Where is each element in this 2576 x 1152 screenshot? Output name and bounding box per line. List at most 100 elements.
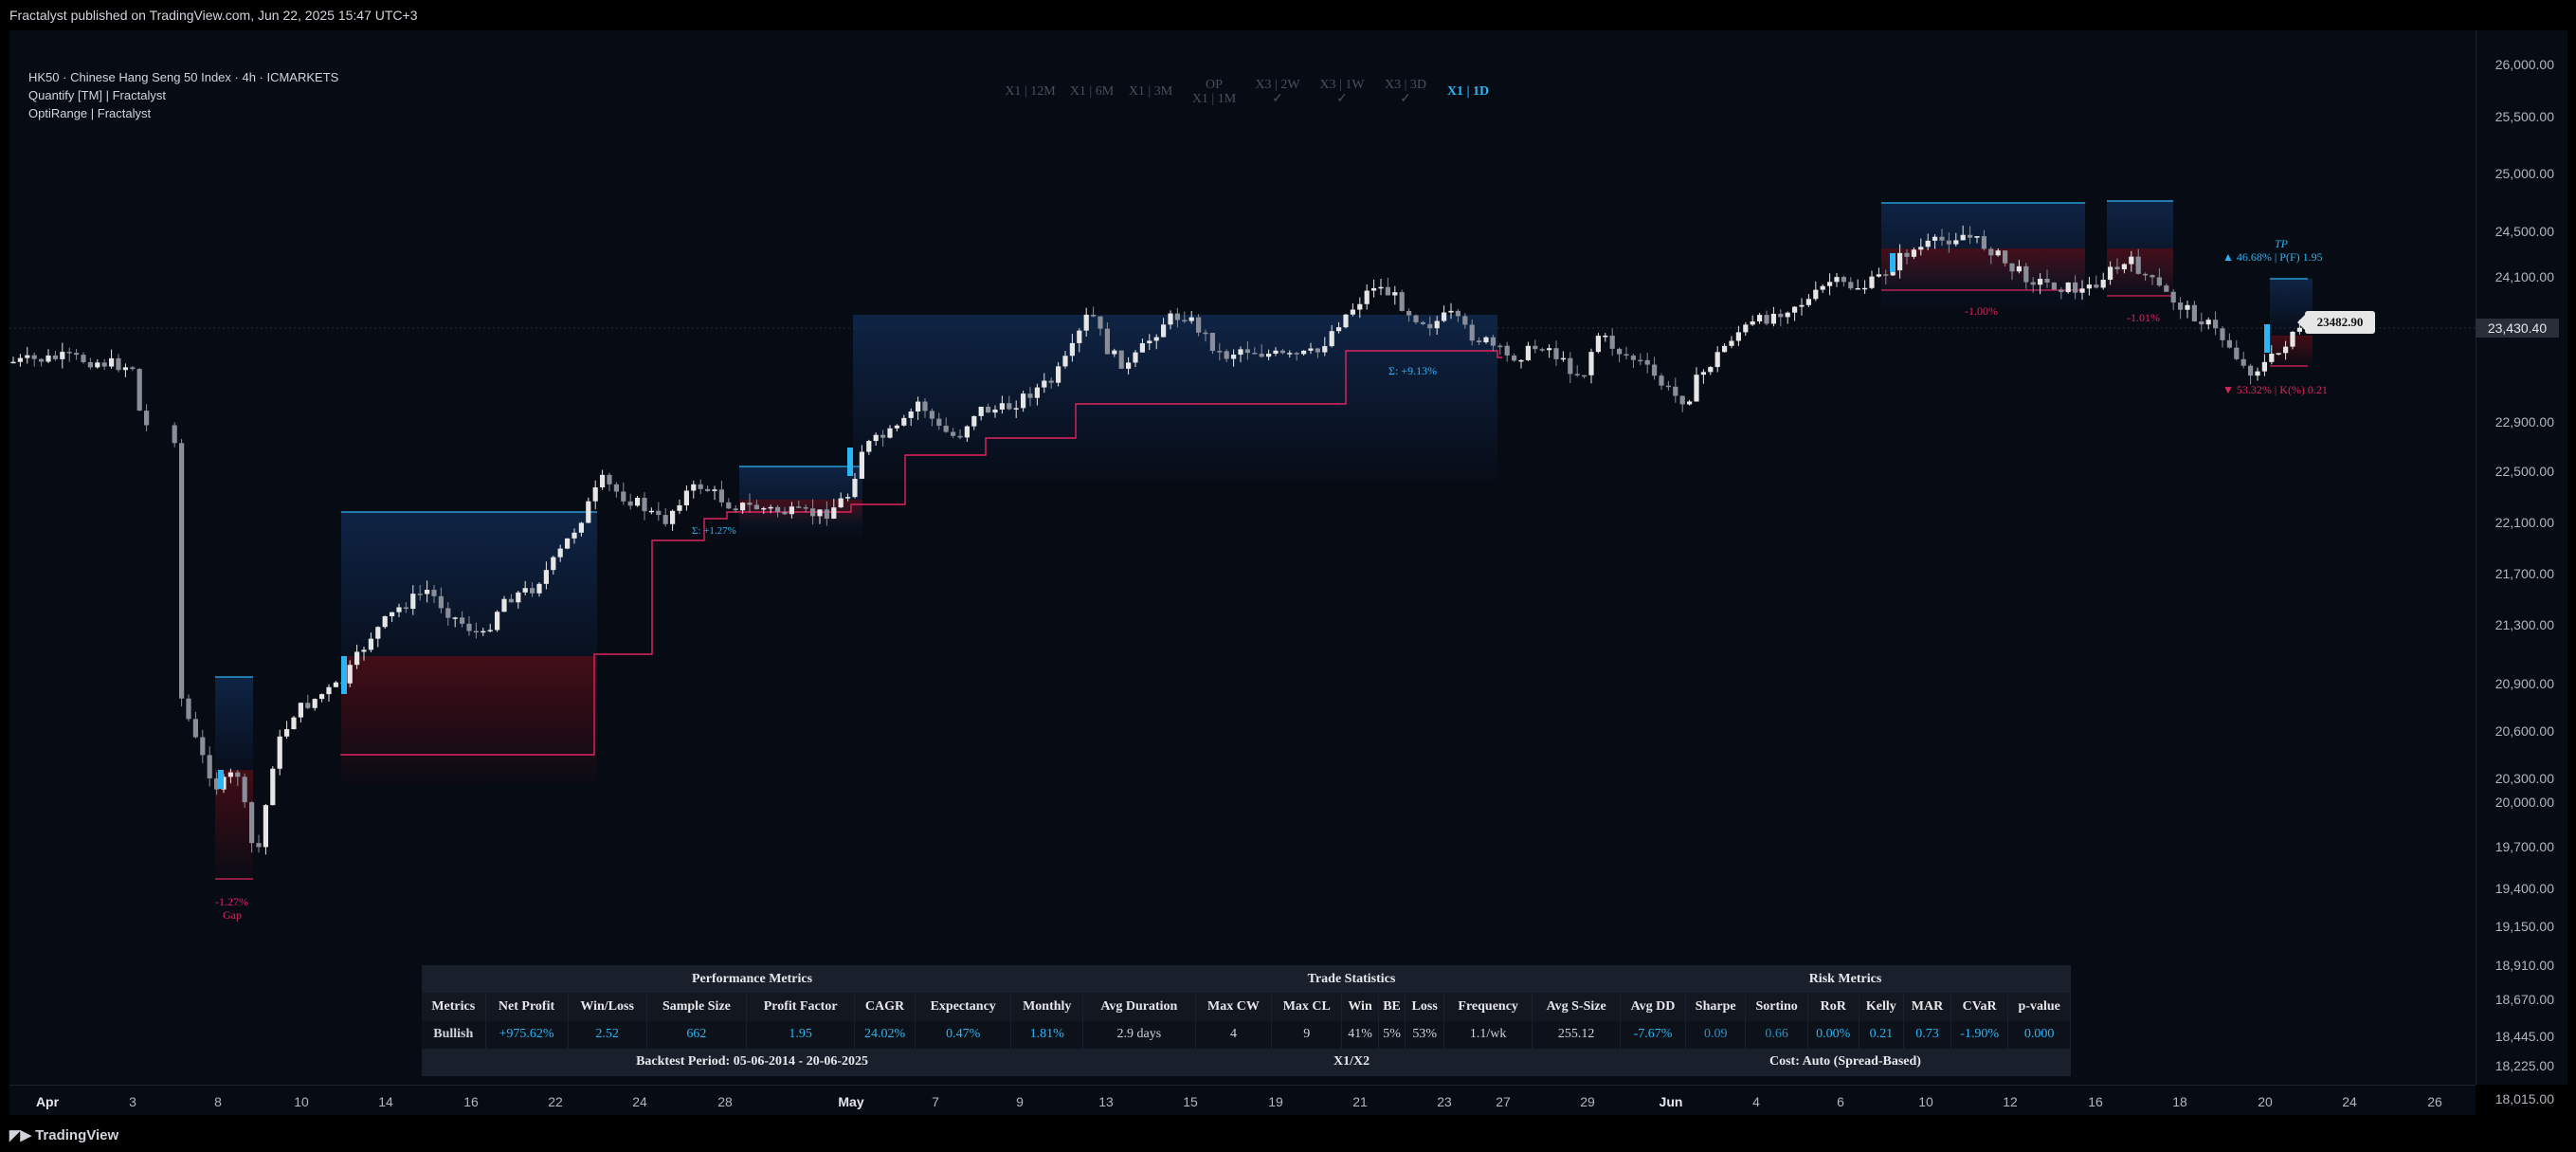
- candle-body: [270, 768, 276, 806]
- candle-body: [1799, 304, 1805, 307]
- candle-body: [607, 474, 612, 485]
- table-cell: 0.09: [1685, 1020, 1747, 1049]
- candle-body: [873, 434, 879, 442]
- candle-body: [951, 431, 956, 436]
- entry-signal-candle: [2264, 324, 2270, 353]
- tf-x3-3d: X3 | 3D ✓: [1384, 78, 1427, 106]
- candle-body: [31, 355, 37, 359]
- candle-body: [1133, 352, 1138, 363]
- candle-body: [2114, 266, 2120, 270]
- candle-body: [838, 498, 844, 508]
- entry-signal-candle: [847, 448, 853, 476]
- time-axis-label: 13: [1098, 1094, 1114, 1109]
- indicator-quantify[interactable]: Quantify [TM] | Fractalyst: [28, 86, 338, 104]
- candle-body: [2079, 288, 2085, 293]
- candle-body: [866, 441, 872, 452]
- symbol-title[interactable]: HK50 · Chinese Hang Seng 50 Index · 4h ·…: [28, 68, 338, 86]
- candle-body: [130, 367, 136, 370]
- time-axis-label: 7: [932, 1094, 939, 1109]
- candle-body: [516, 592, 521, 603]
- candle-body: [1069, 342, 1075, 357]
- candle-body: [2199, 321, 2204, 325]
- table-cell: 255.12: [1532, 1020, 1621, 1049]
- candle-body: [1953, 240, 1959, 245]
- price-axis-label: 20,300.00: [2494, 771, 2554, 786]
- candle-body: [1533, 345, 1538, 350]
- candle-body: [1595, 336, 1601, 353]
- table-cell: 41%: [1341, 1020, 1379, 1049]
- chart-pane[interactable]: HK50 · Chinese Hang Seng 50 Index · 4h ·…: [9, 30, 2476, 1085]
- candle-body: [396, 607, 402, 613]
- candle-body: [627, 501, 633, 506]
- candle-body: [943, 425, 949, 432]
- candle-body: [473, 631, 479, 633]
- candle-body: [1609, 336, 1615, 349]
- candle-body: [543, 570, 549, 584]
- candle-body: [592, 487, 598, 502]
- candle-body: [1308, 348, 1314, 351]
- candle-body: [431, 590, 437, 596]
- table-cell: 1.1/wk: [1443, 1020, 1533, 1049]
- candle-body: [1644, 359, 1650, 365]
- candle-body: [1911, 249, 1916, 257]
- tradingview-logo[interactable]: ◤▶ TradingView: [9, 1126, 118, 1143]
- candle-body: [1904, 252, 1910, 257]
- indicator-optirange[interactable]: OptiRange | Fractalyst: [28, 104, 338, 122]
- time-axis[interactable]: Apr 3 8 10 14 16 22 24 28 May 7 9 13 15 19 21 23 27 29 Jun 4…: [9, 1085, 2476, 1116]
- candle-body: [1062, 356, 1068, 367]
- candle-body: [1778, 313, 1784, 318]
- candle-body: [894, 425, 899, 429]
- sigma-small-label: Σ: +1.27%: [692, 525, 736, 537]
- candle-body: [1434, 320, 1440, 329]
- candle-body: [1182, 320, 1188, 322]
- candle-body: [1350, 309, 1355, 315]
- table-cell: 662: [646, 1020, 748, 1049]
- price-axis[interactable]: 26,000.00 25,500.00 25,000.00 24,500.00 24,1…: [2476, 30, 2567, 1106]
- time-axis-label: May: [838, 1094, 864, 1109]
- time-axis-label: 6: [1837, 1094, 1844, 1109]
- candle-body: [207, 755, 212, 778]
- candle-body: [95, 362, 100, 368]
- candle-body: [1027, 393, 1033, 398]
- candle-body: [768, 506, 773, 509]
- gap-label: Gap: [223, 908, 242, 922]
- column-header: Avg DD: [1620, 993, 1687, 1021]
- candle-body: [2135, 256, 2141, 274]
- candle-body: [901, 417, 907, 426]
- candle-body: [530, 588, 535, 594]
- candle-body: [1083, 314, 1089, 331]
- candle-body: [1490, 337, 1496, 346]
- chart-canvas[interactable]: [9, 30, 2476, 1085]
- publish-info: Fractalyst published on TradingView.com,…: [9, 8, 418, 23]
- candle-body: [2248, 365, 2254, 376]
- candle-body: [1188, 317, 1194, 321]
- candle-body: [747, 503, 753, 505]
- price-axis-label: 22,500.00: [2494, 464, 2554, 479]
- time-axis-label: 28: [717, 1094, 733, 1109]
- candle-body: [2261, 361, 2267, 372]
- candle-body: [1883, 274, 1889, 276]
- candle-body: [1729, 340, 1734, 346]
- table-row: Bullish +975.62% 2.52 662 1.95 24.02% 0.47% 1.8…: [422, 1020, 2071, 1049]
- price-axis-label: 18,910.00: [2494, 958, 2554, 973]
- candle-body: [410, 594, 416, 610]
- candle-body: [978, 406, 984, 416]
- candle-body: [761, 507, 767, 510]
- time-axis-label: 20: [2258, 1094, 2273, 1109]
- price-axis-label: 25,500.00: [2494, 109, 2554, 124]
- candle-body: [1834, 277, 1840, 283]
- time-axis-label: 29: [1580, 1094, 1595, 1109]
- time-axis-label: 14: [378, 1094, 393, 1109]
- column-header: CAGR: [854, 993, 916, 1021]
- price-axis-label: 22,100.00: [2494, 515, 2554, 530]
- candle-body: [2108, 266, 2113, 281]
- candle-body: [2150, 275, 2155, 278]
- candle-body: [361, 649, 367, 652]
- zone-may-blue: [853, 315, 1497, 481]
- candle-body: [852, 478, 858, 498]
- candle-body: [2213, 320, 2219, 329]
- candle-body: [2220, 328, 2225, 340]
- tradingview-mark-icon: ◤▶: [9, 1127, 32, 1143]
- candle-body: [789, 506, 794, 515]
- candle-body: [417, 594, 423, 595]
